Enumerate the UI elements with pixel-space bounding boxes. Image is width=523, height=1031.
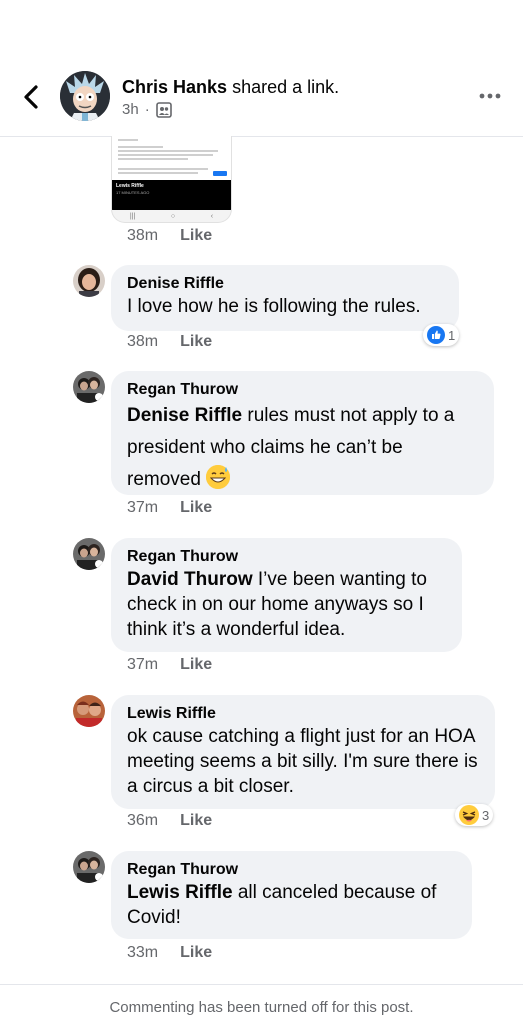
comment-author[interactable]: Regan Thurow xyxy=(127,547,446,567)
home-icon: ○ xyxy=(170,212,176,220)
comment-author[interactable]: Regan Thurow xyxy=(127,860,456,880)
comments-disabled-notice: Commenting has been turned off for this … xyxy=(0,984,523,1025)
like-button[interactable]: Like xyxy=(180,944,212,962)
comment-author[interactable]: Regan Thurow xyxy=(127,380,478,400)
comment-bubble: Regan Thurow Denise Riffle rules must no… xyxy=(111,371,494,495)
thumbnail-time: 17 MINUTES AGO xyxy=(116,190,150,195)
author-avatar[interactable] xyxy=(60,71,110,121)
more-options-icon[interactable] xyxy=(479,93,501,99)
thumbnail-name: Lewis Riffle xyxy=(116,183,144,189)
reaction-summary[interactable]: 3 xyxy=(455,804,494,826)
like-button[interactable]: Like xyxy=(180,812,212,830)
post-header: Chris Hanks shared a link. 3h · xyxy=(0,0,523,137)
reaction-count: 3 xyxy=(482,807,490,823)
comment-time[interactable]: 38m xyxy=(127,227,158,245)
denise-avatar-icon xyxy=(73,265,105,297)
comment-bubble: Regan Thurow Lewis Riffle all canceled b… xyxy=(111,851,472,939)
mention-tag[interactable]: Lewis Riffle xyxy=(127,882,233,903)
mention-tag[interactable]: David Thurow xyxy=(127,569,253,590)
avatar[interactable] xyxy=(73,265,105,297)
comment-bubble: Regan Thurow David Thurow I’ve been want… xyxy=(111,538,462,652)
comment-text: Denise Riffle rules must not apply to a … xyxy=(127,400,478,496)
like-button[interactable]: Like xyxy=(180,333,212,351)
thumbnail-document xyxy=(112,136,231,180)
avatar[interactable] xyxy=(73,851,105,883)
mention-tag[interactable]: Denise Riffle xyxy=(127,405,242,426)
comment-author[interactable]: Lewis Riffle xyxy=(127,704,479,724)
thumbnail-nav-bar: ||| ○ ‹ xyxy=(112,210,231,222)
comment-time[interactable]: 37m xyxy=(127,499,158,517)
group-icon xyxy=(155,101,172,118)
comment-time[interactable]: 36m xyxy=(127,812,158,830)
comment-meta: 33m Like xyxy=(127,944,212,962)
back-icon: ‹ xyxy=(210,212,214,220)
avatar[interactable] xyxy=(73,538,105,570)
comment-author[interactable]: Denise Riffle xyxy=(127,274,443,294)
footer-notice-text: Commenting has been turned off for this … xyxy=(109,999,414,1016)
comment-text: I love how he is following the rules. xyxy=(127,296,421,317)
comment-text: David Thurow I’ve been wanting to check … xyxy=(127,567,446,642)
comment-meta: 37m Like xyxy=(127,499,212,517)
post-meta: 3h · xyxy=(122,101,172,118)
comment-time[interactable]: 37m xyxy=(127,656,158,674)
regan-avatar-icon xyxy=(73,851,105,883)
grinning-sweat-emoji-icon xyxy=(206,465,231,489)
post-title: Chris Hanks shared a link. xyxy=(122,77,339,98)
comment-time[interactable]: 38m xyxy=(127,333,158,351)
regan-avatar-icon xyxy=(73,371,105,403)
comment-meta: 38m Like xyxy=(127,227,212,245)
comment-text: Lewis Riffle all canceled because of Cov… xyxy=(127,880,456,930)
recent-apps-icon: ||| xyxy=(129,212,136,220)
shared-image-thumbnail[interactable]: Lewis Riffle 17 MINUTES AGO ||| ○ ‹ xyxy=(111,136,232,223)
avatar[interactable] xyxy=(73,371,105,403)
like-button[interactable]: Like xyxy=(180,656,212,674)
comment-meta: 38m Like xyxy=(127,333,212,351)
like-button[interactable]: Like xyxy=(180,227,212,245)
reaction-summary[interactable]: 1 xyxy=(423,324,460,346)
comment-text: ok cause catching a flight just for an H… xyxy=(127,726,478,797)
comment-meta: 37m Like xyxy=(127,656,212,674)
comment-bubble: Denise Riffle I love how he is following… xyxy=(111,265,459,331)
haha-icon xyxy=(459,805,479,825)
comment-bubble: Lewis Riffle ok cause catching a flight … xyxy=(111,695,495,809)
post-author-name[interactable]: Chris Hanks xyxy=(122,77,227,97)
reaction-count: 1 xyxy=(448,327,456,343)
comment-time[interactable]: 33m xyxy=(127,944,158,962)
back-arrow-icon[interactable] xyxy=(20,84,42,110)
comment-meta: 36m Like xyxy=(127,812,212,830)
meta-separator: · xyxy=(144,101,150,118)
regan-avatar-icon xyxy=(73,538,105,570)
lewis-avatar-icon xyxy=(73,695,105,727)
rick-avatar-icon xyxy=(60,71,110,121)
avatar[interactable] xyxy=(73,695,105,727)
like-button[interactable]: Like xyxy=(180,499,212,517)
like-icon xyxy=(427,326,445,344)
post-action-text: shared a link. xyxy=(232,77,340,97)
post-time[interactable]: 3h xyxy=(122,101,139,118)
